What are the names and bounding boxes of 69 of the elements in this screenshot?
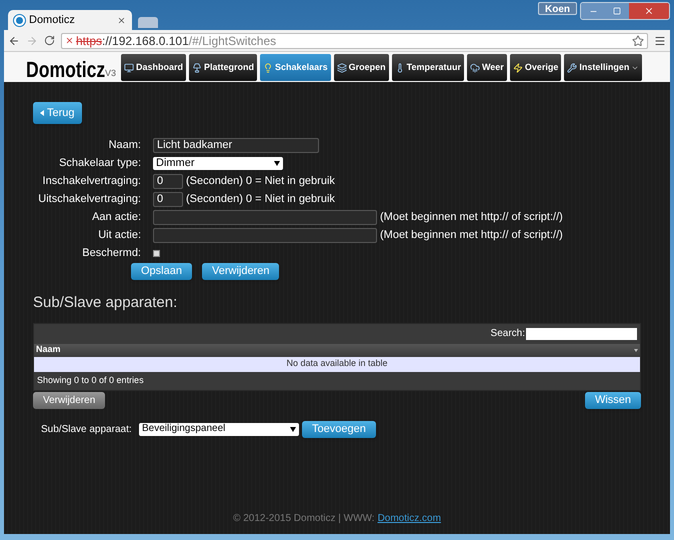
left-triangle-icon	[40, 110, 44, 116]
layers-icon	[336, 62, 347, 72]
nav-tab[interactable]: Temperatuur	[392, 54, 464, 81]
field-label: Naam:	[108, 138, 142, 153]
delete-button[interactable]: Verwijderen	[33, 392, 106, 408]
monitor-icon	[124, 62, 134, 72]
lightbulb-icon	[263, 62, 274, 72]
back-icon[interactable]	[8, 34, 20, 46]
nav-tab[interactable]: Dashboard	[121, 54, 186, 81]
url-path: /#/LightSwitches	[188, 34, 276, 46]
action-field[interactable]	[153, 210, 377, 224]
field-label: Aan actie:	[91, 210, 142, 225]
close-button[interactable]	[629, 3, 669, 19]
hint-text: (Seconden) 0 = Niet in gebruik	[186, 174, 335, 189]
type-select[interactable]: Dimmer	[153, 156, 283, 170]
address-bar[interactable]: https://192.168.0.101/#/LightSwitches	[61, 32, 648, 48]
field-label: Schakelaar type:	[58, 156, 142, 171]
tab-title: Domoticz	[29, 12, 76, 28]
hint-text: (Moet beginnen met http:// of script://)	[380, 210, 563, 225]
name-field[interactable]: Licht badkamer	[153, 138, 319, 152]
dropdown-arrow-icon	[274, 160, 280, 166]
nav-tab[interactable]: Plattegrond	[189, 54, 258, 81]
bookmark-star-icon[interactable]	[632, 34, 644, 46]
lamp-icon	[192, 62, 202, 72]
hint-text: (Seconden) 0 = Niet in gebruik	[186, 192, 335, 207]
action-field[interactable]	[153, 228, 377, 242]
nav-tab[interactable]: Schakelaars	[260, 54, 331, 81]
insecure-icon	[65, 36, 74, 45]
nav-tab[interactable]: Instellingen	[564, 54, 642, 81]
table-info: Showing 0 to 0 of 0 entries	[37, 374, 144, 387]
close-icon[interactable]	[117, 16, 126, 24]
reload-icon[interactable]	[44, 35, 55, 46]
sort-icon	[634, 348, 638, 352]
section-heading: Sub/Slave apparaten:	[33, 293, 178, 313]
menu-icon[interactable]	[654, 34, 666, 46]
empty-table-text: No data available in table	[286, 357, 388, 370]
app-logo: Domoticz	[26, 59, 106, 81]
lightning-icon	[512, 62, 523, 72]
nav-tab[interactable]: Weer	[466, 54, 507, 81]
footer-link[interactable]: Domoticz.com	[378, 511, 441, 526]
url-scheme: https	[76, 34, 102, 46]
nav-tab[interactable]: Groepen	[334, 54, 389, 81]
nav-tab[interactable]: Overige	[510, 54, 562, 81]
wrench-icon	[567, 62, 578, 72]
field-label: Uitschakelvertraging:	[37, 192, 142, 207]
dropdown-arrow-icon	[290, 426, 296, 432]
url-host: ://192.168.0.101	[102, 34, 189, 46]
column-header[interactable]: Naam	[34, 344, 640, 356]
protected-checkbox[interactable]	[153, 250, 160, 256]
version-text: V3	[105, 66, 116, 80]
field-label: Beschermd:	[81, 246, 142, 261]
delay-field[interactable]: 0	[153, 174, 183, 188]
footer-text: © 2012-2015 Domoticz | WWW:	[233, 512, 375, 526]
maximize-icon	[613, 7, 621, 15]
field-label: Sub/Slave apparaat:	[41, 422, 133, 436]
maximize-button[interactable]	[605, 3, 629, 19]
hint-text: (Moet beginnen met http:// of script://)	[380, 228, 563, 243]
field-label: Uit actie:	[97, 228, 142, 243]
field-label: Inschakelvertraging:	[42, 174, 142, 189]
user-button[interactable]: Koen	[538, 2, 577, 15]
device-select[interactable]: Beveiligingspaneel	[139, 422, 299, 436]
column-heading: Naam	[36, 343, 61, 356]
delay-field[interactable]: 0	[153, 192, 183, 206]
cloud-rain-icon	[470, 62, 480, 72]
search-field[interactable]	[526, 328, 637, 340]
domoticz-logo-icon	[14, 14, 25, 26]
search-label: Search:	[490, 327, 525, 341]
close-icon	[644, 6, 654, 16]
browser-tab[interactable]: Domoticz	[8, 10, 132, 30]
